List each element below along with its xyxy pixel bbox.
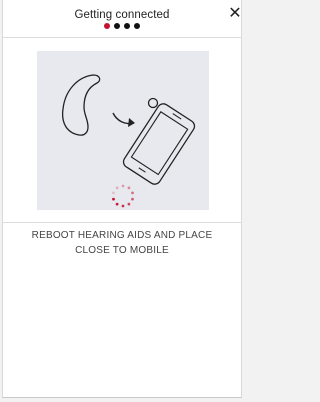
arrow-icon — [112, 112, 135, 127]
loading-spinner-icon — [112, 184, 134, 208]
step-dot-4 — [134, 23, 140, 29]
page-title: Getting connected — [74, 9, 170, 21]
step-dot-3 — [124, 23, 130, 29]
header: Getting connected ✕ — [3, 0, 241, 34]
close-icon[interactable]: ✕ — [227, 6, 241, 22]
reboot-illustration — [37, 51, 209, 210]
instruction-line-2: CLOSE TO MOBILE — [75, 245, 169, 256]
mobile-phone-icon — [122, 103, 196, 185]
step-dot-1 — [104, 23, 110, 29]
step-indicator — [3, 23, 241, 29]
hearing-aid-icon — [61, 74, 159, 136]
header-divider — [3, 37, 241, 38]
instruction-text: REBOOT HEARING AIDS AND PLACE CLOSE TO M… — [13, 228, 231, 258]
instruction-divider — [3, 222, 241, 223]
step-dot-2 — [114, 23, 120, 29]
instruction-line-1: REBOOT HEARING AIDS AND PLACE — [31, 230, 213, 241]
getting-connected-screen: Getting connected ✕ REBOOT HEARING AIDS … — [2, 0, 242, 398]
